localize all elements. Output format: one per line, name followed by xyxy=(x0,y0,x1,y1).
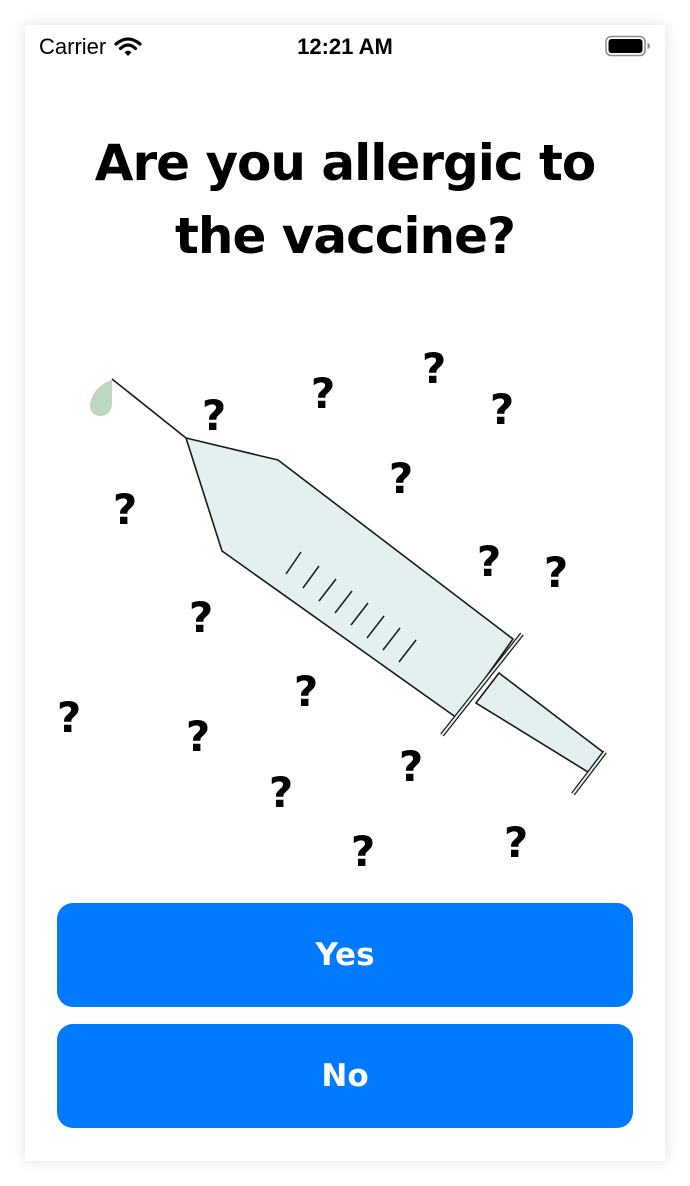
question-mark-icon: ? xyxy=(202,391,226,440)
question-line-1: Are you allergic to xyxy=(94,134,596,192)
status-time: 12:21 AM xyxy=(297,34,393,59)
question-line-2: the vaccine? xyxy=(174,207,516,265)
syringe-illustration: ? ? ? ? ? ? ? ? ? ? ? ? ? ? ? ? xyxy=(25,305,665,885)
question-mark-icon: ? xyxy=(544,548,568,597)
question-heading: Are you allergic to the vaccine? xyxy=(25,127,665,273)
yes-button[interactable]: Yes xyxy=(57,903,633,1007)
battery-icon xyxy=(605,35,650,57)
question-mark-icon: ? xyxy=(311,369,335,418)
question-mark-icon: ? xyxy=(504,818,528,867)
question-mark-icon: ? xyxy=(351,827,375,876)
app-screen: Carrier 12:21 AM Are you allergic to the… xyxy=(25,25,665,1161)
question-mark-icon: ? xyxy=(189,593,213,642)
no-button[interactable]: No xyxy=(57,1024,633,1128)
droplet-icon xyxy=(89,380,113,416)
status-bar: Carrier 12:21 AM xyxy=(25,25,665,69)
question-mark-icon: ? xyxy=(113,485,137,534)
needle xyxy=(111,378,187,439)
question-mark-icon: ? xyxy=(477,537,501,586)
question-mark-icon: ? xyxy=(294,667,318,716)
question-mark-icon: ? xyxy=(490,385,514,434)
question-mark-icon: ? xyxy=(269,768,293,817)
question-mark-icon: ? xyxy=(389,454,413,503)
syringe-barrel xyxy=(185,437,514,719)
question-mark-icon: ? xyxy=(186,712,210,761)
syringe-icon: ? ? ? ? ? ? ? ? ? ? ? ? ? ? ? ? xyxy=(57,344,607,876)
question-mark-icon: ? xyxy=(57,693,81,742)
question-mark-icon: ? xyxy=(399,742,423,791)
question-mark-icon: ? xyxy=(422,344,446,393)
syringe-plunger xyxy=(474,671,605,774)
